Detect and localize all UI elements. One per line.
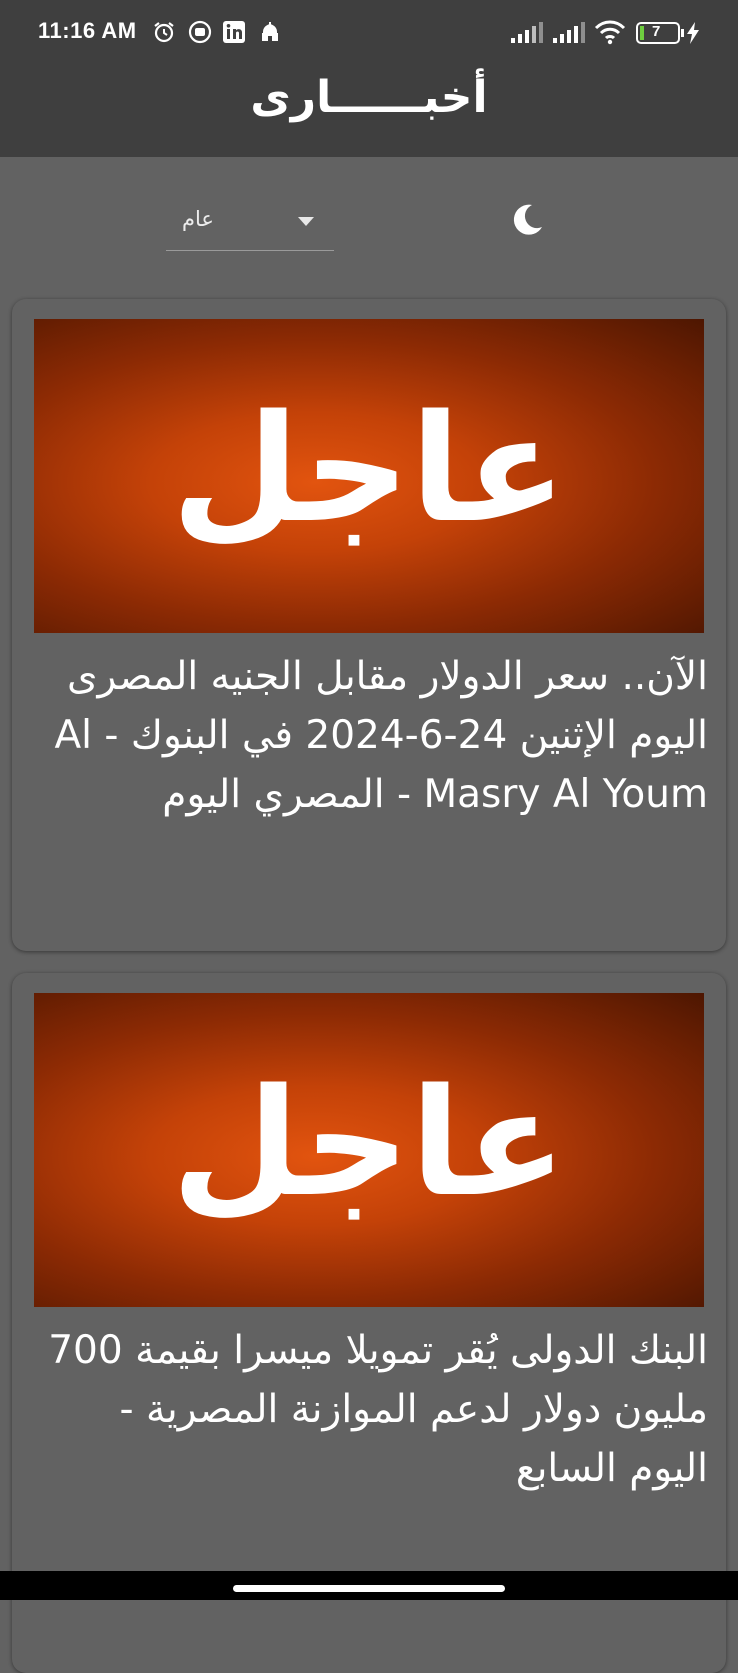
mosque-icon bbox=[262, 22, 278, 41]
dropdown-arrow-icon bbox=[298, 217, 314, 226]
battery-fill bbox=[640, 26, 644, 40]
app-title: أخبــــــارى bbox=[250, 72, 488, 123]
charging-icon bbox=[687, 22, 699, 44]
category-dropdown[interactable]: عام bbox=[166, 199, 334, 251]
filter-row: عام bbox=[0, 157, 738, 277]
news-title: البنك الدولى يُقر تمويلا ميسرا بقيمة 700… bbox=[48, 1328, 708, 1491]
moon-icon[interactable] bbox=[508, 201, 546, 239]
battery-level: 7 bbox=[652, 23, 661, 40]
media-icon bbox=[188, 20, 212, 44]
news-card[interactable]: عاجل البنك الدولى يُقر تمويلا ميسرا بقيم… bbox=[12, 973, 726, 1673]
news-card[interactable]: عاجل الآن.. سعر الدولار مقابل الجنيه الم… bbox=[12, 299, 726, 951]
news-title: الآن.. سعر الدولار مقابل الجنيه المصرى ا… bbox=[54, 654, 709, 817]
status-bar: 11:16 AM 7 bbox=[0, 0, 738, 66]
top-bar: 11:16 AM 7 أخبــــــارى bbox=[0, 0, 738, 157]
navigation-bar bbox=[0, 1571, 738, 1600]
news-image: عاجل bbox=[34, 319, 704, 633]
home-indicator[interactable] bbox=[233, 1585, 505, 1592]
status-time: 11:16 AM bbox=[38, 18, 137, 43]
news-image-label: عاجل bbox=[171, 383, 567, 555]
battery-tip bbox=[681, 29, 684, 37]
category-dropdown-value: عام bbox=[182, 207, 214, 231]
signal-icon bbox=[511, 22, 543, 43]
linkedin-icon bbox=[223, 21, 245, 43]
battery-icon: 7 bbox=[636, 22, 684, 44]
news-image-label: عاجل bbox=[171, 1057, 567, 1229]
wifi-icon bbox=[594, 20, 626, 45]
news-image: عاجل bbox=[34, 993, 704, 1307]
alarm-icon bbox=[154, 22, 174, 43]
signal-icon bbox=[553, 22, 585, 43]
